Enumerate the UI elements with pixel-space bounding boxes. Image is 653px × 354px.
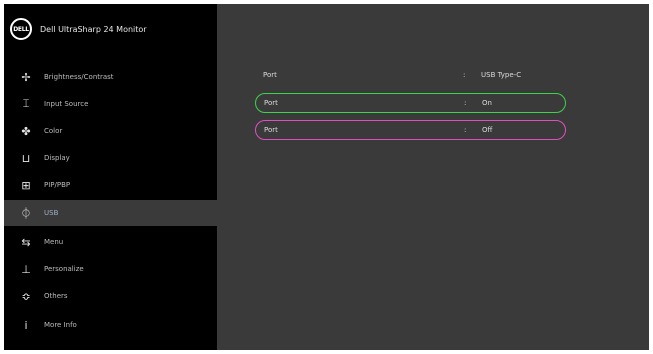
usb-icon: ⏀: [20, 207, 32, 220]
osd-sidebar: DELL Dell UltraSharp 24 Monitor ✢ Bright…: [4, 4, 217, 350]
menu-item-brightness-contrast[interactable]: ✢ Brightness/Contrast: [4, 64, 217, 90]
setting-value: Off: [482, 126, 493, 134]
setting-key: Port: [264, 99, 278, 107]
setting-separator: :: [463, 71, 466, 79]
setting-separator: :: [464, 126, 467, 134]
setting-separator: :: [464, 99, 467, 107]
setting-key: Port: [264, 126, 278, 134]
menu-item-others[interactable]: ≎ Others: [4, 283, 217, 309]
color-icon: ✤: [21, 124, 31, 138]
menu-item-input-source[interactable]: ⌶ Input Source: [4, 91, 217, 117]
setting-row-highlighted-magenta[interactable]: Port : Off: [255, 120, 566, 140]
menu-item-label: Brightness/Contrast: [44, 73, 114, 81]
brightness-contrast-icon: ✢: [21, 70, 31, 84]
others-icon: ≎: [21, 289, 31, 303]
setting-row-highlighted-green[interactable]: Port : On: [255, 93, 566, 113]
menu-item-usb[interactable]: ⏀ USB: [4, 200, 217, 226]
menu-item-menu[interactable]: ⇆ Menu: [4, 229, 217, 255]
menu-item-pip-pbp[interactable]: ⊞ PIP/PBP: [4, 172, 217, 198]
setting-value: USB Type-C: [481, 71, 522, 79]
display-icon: ⊔: [21, 151, 31, 165]
menu-item-label: More Info: [44, 321, 77, 329]
osd-header: DELL Dell UltraSharp 24 Monitor: [10, 14, 210, 44]
setting-key: Port: [263, 71, 277, 79]
menu-item-display[interactable]: ⊔ Display: [4, 145, 217, 171]
setting-value: On: [482, 99, 492, 107]
menu-item-label: Others: [44, 292, 68, 300]
menu-item-label: Personalize: [44, 265, 84, 273]
monitor-model-name: Dell UltraSharp 24 Monitor: [40, 24, 147, 34]
pip-pbp-icon: ⊞: [21, 178, 31, 192]
menu-item-label: Input Source: [44, 100, 89, 108]
setting-row-port-type[interactable]: Port : USB Type-C: [255, 65, 566, 85]
input-source-icon: ⌶: [22, 97, 30, 110]
menu-item-personalize[interactable]: ⊥ Personalize: [4, 256, 217, 282]
menu-item-label: Menu: [44, 238, 64, 246]
menu-settings-icon: ⇆: [21, 235, 31, 249]
more-info-icon: ⅰ: [24, 318, 28, 332]
menu-item-color[interactable]: ✤ Color: [4, 118, 217, 144]
menu-item-label: Color: [44, 127, 63, 135]
dell-logo-icon: DELL: [10, 18, 32, 40]
personalize-icon: ⊥: [21, 262, 31, 276]
menu-item-more-info[interactable]: ⅰ More Info: [4, 312, 217, 338]
menu-item-label: USB: [44, 209, 59, 217]
osd-content-panel: Port : USB Type-C Port : On Port : Off: [217, 4, 649, 350]
menu-item-label: Display: [44, 154, 70, 162]
menu-item-label: PIP/PBP: [44, 181, 71, 189]
